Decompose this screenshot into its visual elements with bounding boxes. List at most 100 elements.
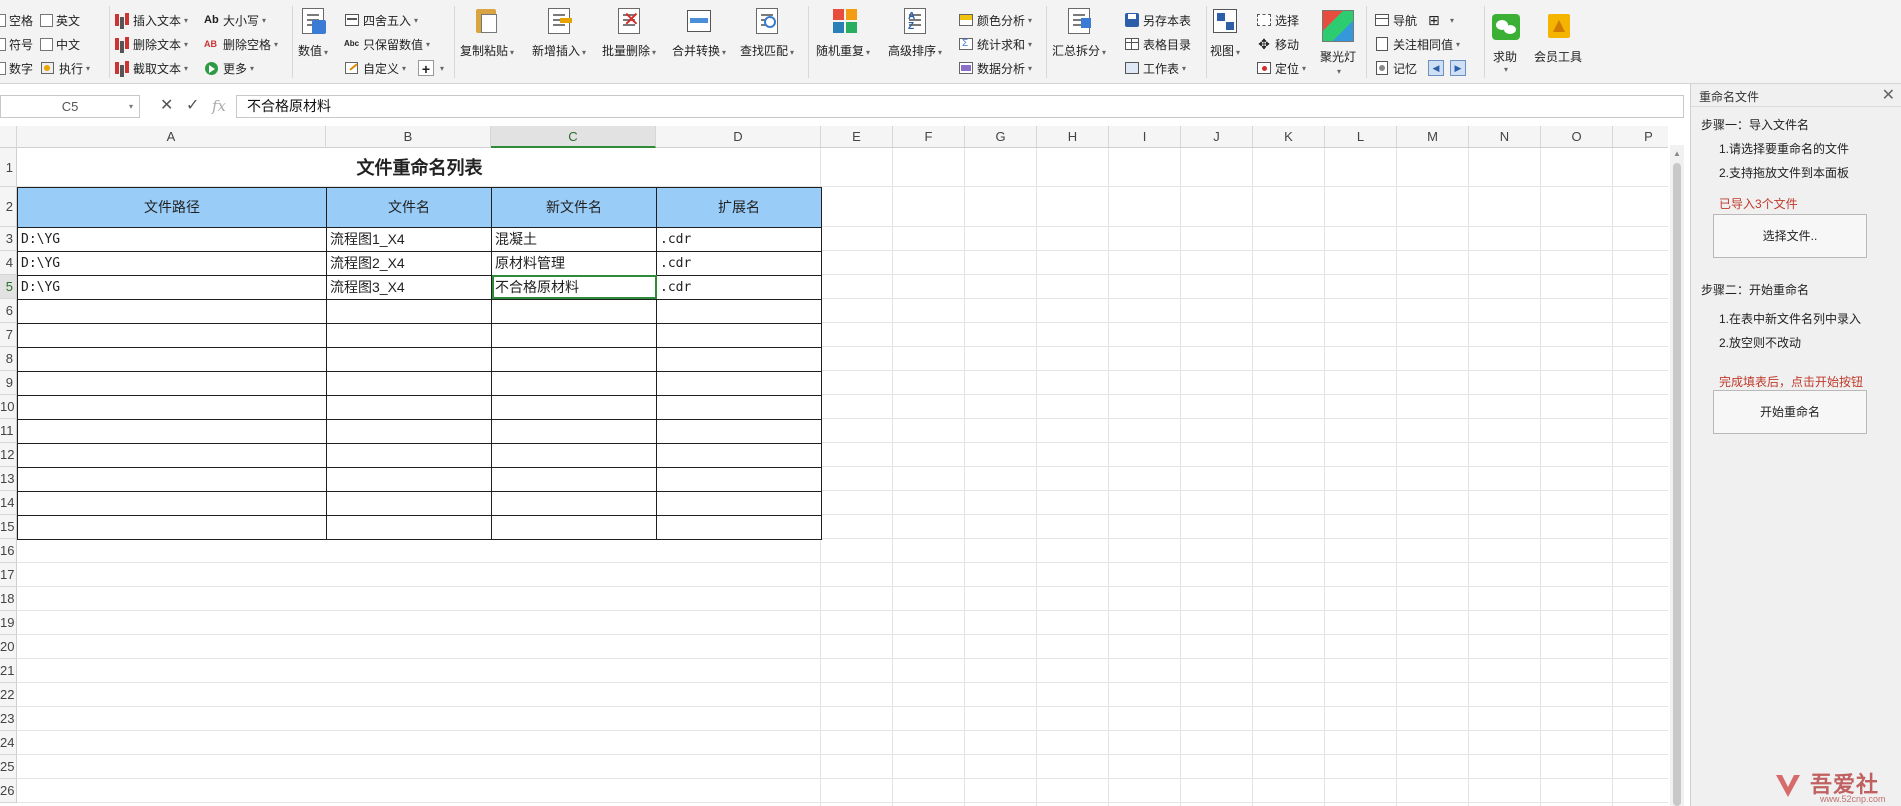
empty-cell[interactable] xyxy=(491,442,657,468)
row-header-21[interactable]: 21 xyxy=(0,659,17,683)
copy-paste-button[interactable]: 复制粘贴 ▾ xyxy=(460,6,514,59)
scroll-up-icon[interactable]: ▲ xyxy=(1673,149,1681,158)
empty-cell[interactable] xyxy=(656,514,822,540)
select-all-corner[interactable] xyxy=(0,126,17,148)
header-file-path[interactable]: 文件路径 xyxy=(17,186,327,228)
empty-cell[interactable] xyxy=(17,442,327,468)
row-header-2[interactable]: 2 xyxy=(0,187,17,227)
header-new-file-name[interactable]: 新文件名 xyxy=(491,186,657,228)
sum-button[interactable]: Σ 统计求和 ▾ xyxy=(958,34,1032,54)
empty-cell[interactable] xyxy=(17,322,327,348)
round-button[interactable]: 四舍五入 ▾ xyxy=(344,10,418,30)
column-header-m[interactable]: M xyxy=(1397,126,1469,148)
column-header-h[interactable]: H xyxy=(1037,126,1109,148)
empty-cell[interactable] xyxy=(656,394,822,420)
row-header-1[interactable]: 1 xyxy=(0,148,17,187)
symbol-checkbox[interactable]: 符号 xyxy=(0,34,33,54)
cell-file-path[interactable]: D:\YG xyxy=(17,250,327,276)
empty-cell[interactable] xyxy=(17,514,327,540)
column-header-k[interactable]: K xyxy=(1253,126,1325,148)
name-box[interactable]: C5 ▾ xyxy=(0,95,140,118)
custom-button[interactable]: 自定义 ▾ xyxy=(344,58,406,78)
cell-extension[interactable]: .cdr xyxy=(656,250,822,276)
confirm-icon[interactable]: ✓ xyxy=(186,96,199,116)
view-button[interactable]: 视图 ▾ xyxy=(1210,6,1240,59)
back-button[interactable]: ◀ xyxy=(1428,58,1447,78)
empty-cell[interactable] xyxy=(656,466,822,492)
formula-input[interactable]: 不合格原材料 xyxy=(236,95,1684,118)
empty-cell[interactable] xyxy=(656,490,822,516)
column-header-d[interactable]: D xyxy=(656,126,821,148)
color-analysis-button[interactable]: 颜色分析 ▾ xyxy=(958,10,1032,30)
more-button[interactable]: 更多 ▾ xyxy=(204,58,254,78)
row-header-8[interactable]: 8 xyxy=(0,347,17,371)
empty-cell[interactable] xyxy=(17,394,327,420)
space-checkbox[interactable]: 空格 xyxy=(0,10,33,30)
column-header-l[interactable]: L xyxy=(1325,126,1397,148)
random-repeat-button[interactable]: 随机重复 ▾ xyxy=(816,6,870,59)
move-button[interactable]: ✥ 移动 xyxy=(1256,34,1299,54)
empty-cell[interactable] xyxy=(326,394,492,420)
number-checkbox[interactable]: 数字 xyxy=(0,58,33,78)
column-header-o[interactable]: O xyxy=(1541,126,1613,148)
empty-cell[interactable] xyxy=(326,442,492,468)
extract-text-button[interactable]: 截取文本 ▾ xyxy=(114,58,188,78)
column-header-b[interactable]: B xyxy=(326,126,491,148)
cell-new-file-name[interactable]: 混凝土 xyxy=(491,226,657,252)
case-button[interactable]: Ab 大小写 ▾ xyxy=(204,10,266,30)
empty-cell[interactable] xyxy=(491,298,657,324)
row-header-11[interactable]: 11 xyxy=(0,419,17,443)
empty-cell[interactable] xyxy=(491,490,657,516)
empty-cell[interactable] xyxy=(326,322,492,348)
empty-cell[interactable] xyxy=(326,346,492,372)
row-header-25[interactable]: 25 xyxy=(0,755,17,779)
delete-text-button[interactable]: 删除文本 ▾ xyxy=(114,34,188,54)
empty-cell[interactable] xyxy=(491,346,657,372)
empty-cell[interactable] xyxy=(491,514,657,540)
row-header-9[interactable]: 9 xyxy=(0,371,17,395)
empty-cell[interactable] xyxy=(326,370,492,396)
empty-cell[interactable] xyxy=(326,418,492,444)
forward-button[interactable]: ▶ xyxy=(1450,58,1469,78)
chinese-checkbox[interactable]: 中文 xyxy=(40,34,80,54)
locate-button[interactable]: 定位 ▾ xyxy=(1256,58,1306,78)
row-header-7[interactable]: 7 xyxy=(0,323,17,347)
row-header-13[interactable]: 13 xyxy=(0,467,17,491)
column-header-e[interactable]: E xyxy=(821,126,893,148)
row-header-5[interactable]: 5 xyxy=(0,275,17,299)
empty-cell[interactable] xyxy=(17,490,327,516)
select-button[interactable]: 选择 xyxy=(1256,10,1299,30)
empty-cell[interactable] xyxy=(17,466,327,492)
row-header-4[interactable]: 4 xyxy=(0,251,17,275)
empty-cell[interactable] xyxy=(326,466,492,492)
start-rename-button[interactable]: 开始重命名 xyxy=(1713,390,1867,434)
row-header-10[interactable]: 10 xyxy=(0,395,17,419)
empty-cell[interactable] xyxy=(17,370,327,396)
execute-button[interactable]: 执行 ▾ xyxy=(40,58,90,78)
empty-cell[interactable] xyxy=(17,346,327,372)
delete-space-button[interactable]: AB 删除空格 ▾ xyxy=(204,34,278,54)
row-header-15[interactable]: 15 xyxy=(0,515,17,539)
row-header-16[interactable]: 16 xyxy=(0,539,17,563)
empty-cell[interactable] xyxy=(491,370,657,396)
empty-cell[interactable] xyxy=(17,298,327,324)
spotlight-button[interactable]: 聚光灯 ▾ xyxy=(1320,10,1356,76)
column-header-a[interactable]: A xyxy=(17,126,326,148)
empty-cell[interactable] xyxy=(326,298,492,324)
cell-file-path[interactable]: D:\YG xyxy=(17,226,327,252)
row-header-6[interactable]: 6 xyxy=(0,299,17,323)
insert-text-button[interactable]: 插入文本 ▾ xyxy=(114,10,188,30)
row-header-3[interactable]: 3 xyxy=(0,227,17,251)
empty-cell[interactable] xyxy=(326,514,492,540)
header-file-name[interactable]: 文件名 xyxy=(326,186,492,228)
batch-delete-button[interactable]: ✕ 批量删除 ▾ xyxy=(602,6,656,59)
memory-button[interactable]: 记忆 xyxy=(1374,58,1417,78)
empty-cell[interactable] xyxy=(656,418,822,444)
row-header-14[interactable]: 14 xyxy=(0,491,17,515)
empty-cell[interactable] xyxy=(491,466,657,492)
row-header-23[interactable]: 23 xyxy=(0,707,17,731)
insert-new-button[interactable]: 新增插入 ▾ xyxy=(532,6,586,59)
row-header-19[interactable]: 19 xyxy=(0,611,17,635)
number-value-button[interactable]: 数值 ▾ xyxy=(298,6,328,59)
member-tools-button[interactable]: 会员工具 xyxy=(1534,12,1582,65)
